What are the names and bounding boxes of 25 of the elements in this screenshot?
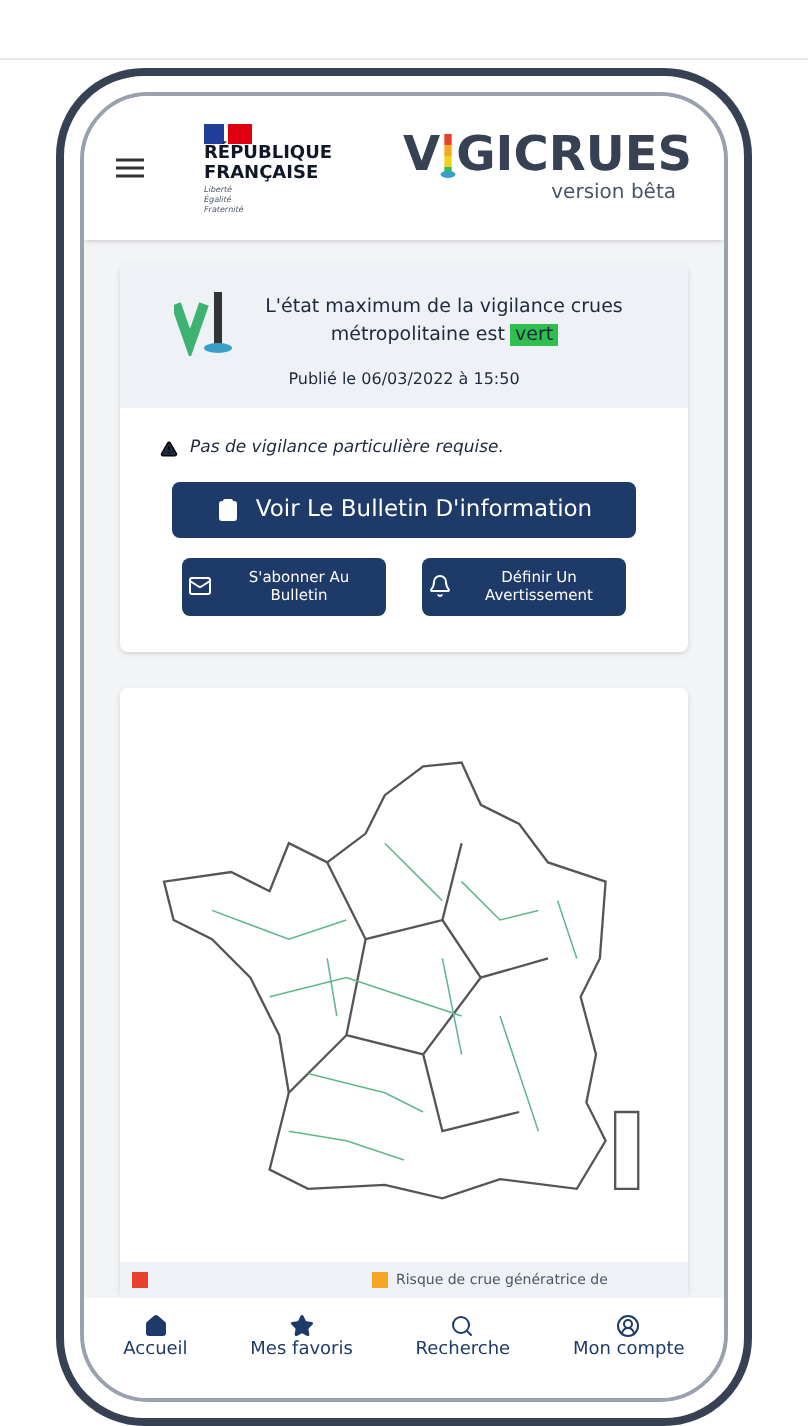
nav-item[interactable]: Mon compte [572, 1314, 685, 1366]
menu-icon[interactable] [116, 158, 144, 178]
warning-icon [160, 439, 178, 458]
brand-subtitle: version bêta [551, 179, 676, 207]
brand-name: GICRUES [456, 129, 692, 177]
nav-item[interactable]: Accueil [123, 1314, 188, 1366]
nav-item[interactable]: Recherche [415, 1314, 511, 1366]
clipboard-icon [215, 495, 240, 524]
search-icon [450, 1314, 475, 1339]
user-icon [616, 1314, 641, 1339]
home-icon [143, 1314, 168, 1339]
nav-item[interactable]: Mes favoris [250, 1314, 353, 1366]
notice-text: Pas de vigilance particulière requise. [190, 436, 504, 462]
gauge-icon [440, 133, 457, 177]
logo-text: RÉPUBLIQUE [204, 143, 333, 163]
vigilance-message: L'état maximum de la vigilance crues métropolitaine est vert [263, 294, 625, 350]
bulletin-button[interactable]: Voir Le Bulletin D'information [172, 481, 636, 538]
bell-icon [428, 574, 452, 599]
flag-icon [204, 123, 252, 143]
published-date: Publié le 06/03/2022 à 15:50 [288, 368, 520, 392]
star-icon [289, 1314, 314, 1339]
vigicrues-v-icon [174, 288, 234, 356]
envelope-icon [188, 574, 212, 599]
logo-text: FRANÇAISE [204, 163, 321, 183]
brand-name: V [403, 129, 441, 177]
